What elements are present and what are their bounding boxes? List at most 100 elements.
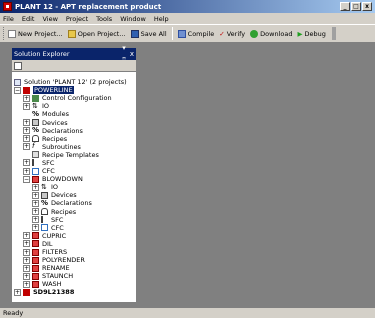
tree-item[interactable]: + CFC <box>12 167 136 175</box>
expand-toggle[interactable]: + <box>23 135 30 143</box>
expand-toggle[interactable]: + <box>32 216 39 224</box>
menu-view[interactable]: View <box>42 15 57 23</box>
cfc-icon <box>32 167 39 175</box>
tree-item[interactable]: + ⇅ IO <box>12 102 136 110</box>
expand-toggle[interactable]: + <box>32 208 39 216</box>
project-label-second: SD9L21388 <box>33 288 75 297</box>
tree-item[interactable]: + Devices <box>12 118 136 127</box>
tree-item-label: Recipes <box>51 207 77 216</box>
expand-toggle[interactable]: + <box>23 240 30 248</box>
toolbar-overflow-button[interactable] <box>331 27 336 40</box>
expand-toggle[interactable]: + <box>32 199 39 207</box>
debug-button[interactable]: ▶ Debug <box>297 30 325 38</box>
toolbar-grip[interactable] <box>3 27 6 40</box>
collapse-toggle[interactable]: − <box>14 86 21 94</box>
menu-file[interactable]: File <box>3 15 14 23</box>
new-project-button[interactable]: New Project... <box>8 29 63 38</box>
menu-window[interactable]: Window <box>120 15 146 23</box>
expand-toggle[interactable]: + <box>32 224 39 232</box>
solution-tree: Solution 'PLANT 12' (2 projects) − POWER… <box>12 72 136 297</box>
tree-unit-node[interactable]: + DIL <box>12 240 136 248</box>
app-icon <box>3 2 12 11</box>
tree-unit-node[interactable]: + FILTERS <box>12 248 136 256</box>
expand-toggle[interactable]: + <box>14 288 21 296</box>
unit-icon <box>32 256 39 264</box>
tree-item[interactable]: + Control Configuration <box>12 94 136 102</box>
unit-icon <box>32 240 39 248</box>
tree-item[interactable]: % Modules <box>12 110 136 118</box>
percent-icon: % <box>32 126 40 135</box>
menu-edit[interactable]: Edit <box>22 15 35 23</box>
new-project-icon <box>8 29 16 38</box>
compile-button[interactable]: Compile <box>177 29 214 38</box>
tree-item[interactable]: + SFC <box>12 216 136 224</box>
tree-unit-node[interactable]: + RENAME <box>12 264 136 272</box>
toolbar-separator <box>171 27 173 40</box>
save-all-label: Save All <box>140 29 167 38</box>
expand-toggle[interactable]: + <box>23 167 30 175</box>
expand-toggle[interactable]: + <box>23 232 30 240</box>
collapse-toggle[interactable]: − <box>23 175 30 183</box>
expand-toggle[interactable]: + <box>23 264 30 272</box>
tree-item[interactable]: + Devices <box>12 191 136 199</box>
tree-project-node[interactable]: + SD9L21388 <box>12 288 136 296</box>
expand-toggle[interactable]: + <box>32 183 39 191</box>
compile-icon <box>177 29 186 38</box>
pin-icon[interactable]: ▾ ꟸ <box>120 42 128 66</box>
expand-toggle[interactable]: + <box>23 256 30 264</box>
menu-tools[interactable]: Tools <box>96 15 112 23</box>
tree-item[interactable]: + % Declarations <box>12 127 136 135</box>
tree-item-label: IO <box>42 102 50 111</box>
unit-label-blowdown: BLOWDOWN <box>42 175 83 184</box>
tree-item[interactable]: + Recipes <box>12 208 136 216</box>
expand-toggle[interactable]: + <box>23 94 30 102</box>
tree-item[interactable]: + f Subroutines <box>12 143 136 151</box>
tree-item[interactable]: + Recipes <box>12 135 136 143</box>
expand-toggle[interactable]: + <box>23 159 30 167</box>
project-icon <box>23 86 30 94</box>
tree-solution-node[interactable]: Solution 'PLANT 12' (2 projects) <box>12 78 136 86</box>
expand-toggle[interactable]: + <box>23 127 30 135</box>
properties-icon[interactable] <box>14 61 22 70</box>
main-toolbar: New Project... Open Project... Save All … <box>0 24 375 42</box>
menu-project[interactable]: Project <box>66 15 88 23</box>
tree-item[interactable]: + ⇅ IO <box>12 183 136 191</box>
unit-icon <box>32 264 39 272</box>
expand-toggle[interactable]: + <box>32 191 39 199</box>
open-project-button[interactable]: Open Project... <box>67 29 126 38</box>
download-button[interactable]: Download <box>250 29 293 38</box>
tree-project-node[interactable]: − POWERLINE <box>12 86 136 95</box>
download-label: Download <box>260 29 293 38</box>
save-all-button[interactable]: Save All <box>130 29 167 38</box>
close-panel-button[interactable]: x <box>128 48 136 60</box>
expand-toggle[interactable]: + <box>23 143 30 151</box>
tree-unit-node[interactable]: + CUPRIC <box>12 232 136 240</box>
tree-unit-node[interactable]: + POLYRENDER <box>12 256 136 264</box>
unit-label: WASH <box>42 280 62 289</box>
debug-label: Debug <box>304 29 326 38</box>
tree-item-label: IO <box>51 183 59 192</box>
tree-item[interactable]: Recipe Templates <box>12 151 136 159</box>
expand-toggle[interactable]: + <box>23 272 30 280</box>
tree-item-label: Subroutines <box>42 142 81 151</box>
unit-icon <box>32 272 39 280</box>
tree-item[interactable]: + CFC <box>12 224 136 232</box>
project-label-powerline: POWERLINE <box>33 86 74 95</box>
tree-unit-node[interactable]: − BLOWDOWN <box>12 175 136 183</box>
expand-toggle[interactable]: + <box>23 280 30 288</box>
expand-toggle[interactable]: + <box>23 102 30 110</box>
tree-unit-node[interactable]: + STAUNCH <box>12 272 136 280</box>
tree-item[interactable]: + % Declarations <box>12 199 136 207</box>
expand-toggle[interactable]: + <box>23 248 30 256</box>
close-button[interactable]: x <box>362 2 372 11</box>
maximize-button[interactable]: □ <box>351 2 361 11</box>
menu-bar: File Edit View Project Tools Window Help <box>0 13 375 24</box>
minimize-button[interactable]: _ <box>340 2 350 11</box>
tree-unit-node[interactable]: + WASH <box>12 280 136 288</box>
tree-item[interactable]: + SFC <box>12 159 136 167</box>
percent-icon: % <box>32 109 40 118</box>
solution-explorer-toolbar <box>12 60 136 72</box>
menu-help[interactable]: Help <box>154 15 169 23</box>
verify-button[interactable]: ✓ Verify <box>219 30 245 38</box>
expand-toggle[interactable]: + <box>23 119 30 127</box>
